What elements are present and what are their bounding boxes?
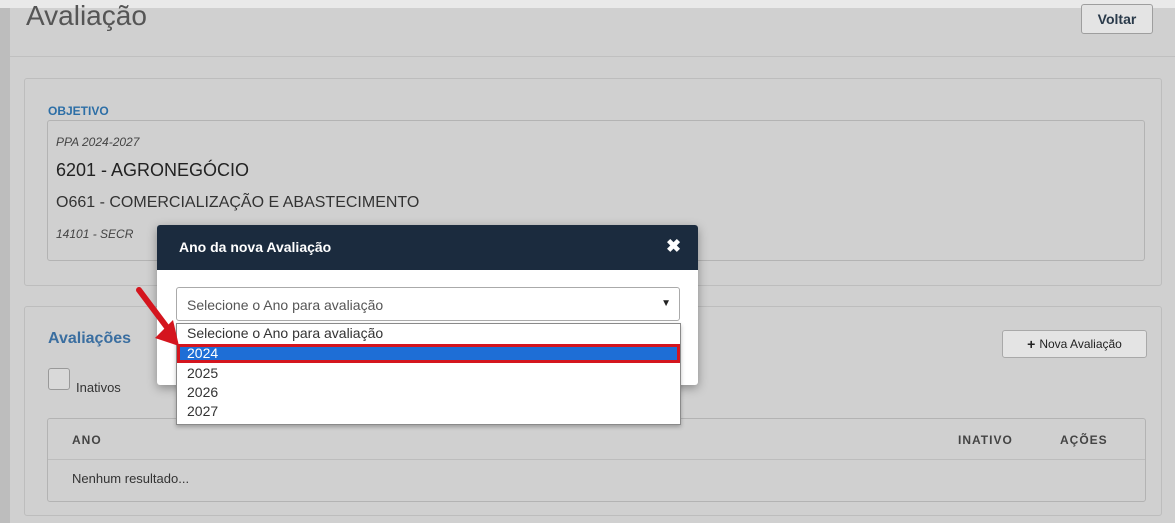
back-button[interactable]: Voltar [1081,4,1153,34]
year-option-2025[interactable]: 2025 [177,364,680,383]
modal-header: Ano da nova Avaliação ✖ [157,225,698,270]
new-evaluation-button[interactable]: + Nova Avaliação [1002,330,1147,358]
evaluations-table: ANO INATIVO AÇÕES Nenhum resultado... [47,418,1146,502]
top-bar [0,0,1175,8]
inativos-label: Inativos [76,380,121,395]
objective-label: O661 - COMERCIALIZAÇÃO E ABASTECIMENTO [56,194,420,211]
year-option-2026[interactable]: 2026 [177,383,680,402]
objective-section-label: OBJETIVO [48,104,109,118]
divider [10,56,1175,57]
annotation-arrow-icon [136,287,179,346]
evaluations-title: Avaliações [48,330,132,347]
page-title: Avaliação [26,0,147,31]
year-option-2024[interactable]: 2024 [177,344,680,363]
year-dropdown-list: Selecione o Ano para avaliação 2024 2025… [176,323,681,425]
column-header-inativo[interactable]: INATIVO [958,433,1013,447]
close-icon[interactable]: ✖ [666,236,681,257]
table-header: ANO INATIVO AÇÕES [48,419,1145,460]
inativos-checkbox[interactable] [48,368,70,390]
year-option-placeholder[interactable]: Selecione o Ano para avaliação [177,324,680,343]
year-select-value: Selecione o Ano para avaliação [187,297,384,313]
left-strip [0,8,10,523]
program-label: 6201 - AGRONEGÓCIO [56,160,250,180]
new-evaluation-label: Nova Avaliação [1039,337,1122,351]
plus-icon: + [1027,336,1036,352]
column-header-acoes: AÇÕES [1060,433,1108,447]
empty-result-text: Nenhum resultado... [72,471,190,486]
chevron-down-icon: ▼ [661,298,671,309]
column-header-ano[interactable]: ANO [72,433,102,447]
modal-title: Ano da nova Avaliação [179,239,332,255]
year-select[interactable]: Selecione o Ano para avaliação ▼ [176,287,680,321]
ppa-label: PPA 2024-2027 [56,135,140,149]
year-option-2027[interactable]: 2027 [177,402,680,421]
organ-label: 14101 - SECR [56,227,134,241]
